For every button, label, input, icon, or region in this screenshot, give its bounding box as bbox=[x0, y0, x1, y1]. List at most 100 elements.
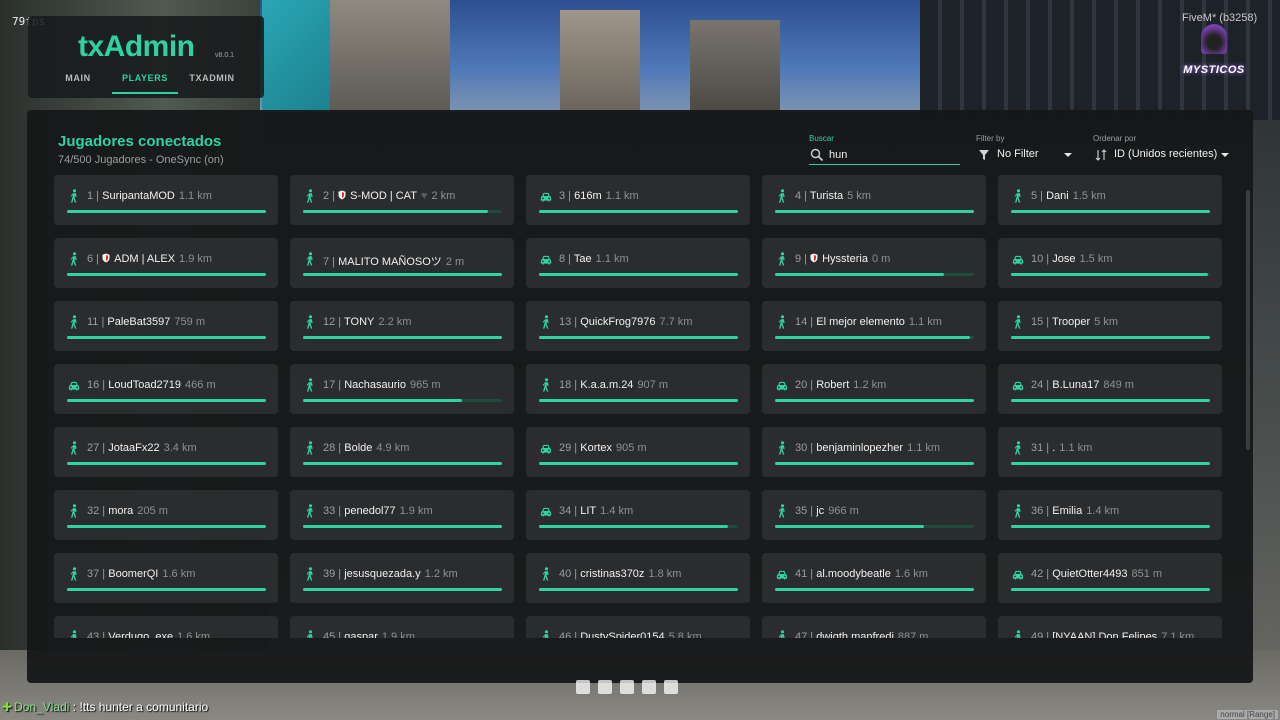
player-card[interactable]: 33 | penedol77 1.9 km bbox=[290, 490, 514, 540]
sort-select[interactable]: ID (Unidos recientes) bbox=[1093, 146, 1231, 165]
car-icon bbox=[1012, 252, 1024, 266]
player-card[interactable]: 14 | El mejor elemento 1.1 km bbox=[762, 301, 986, 351]
filter-select[interactable]: No Filter bbox=[976, 146, 1076, 165]
player-card[interactable]: 2 | S-MOD | CAT ♥ 2 km bbox=[290, 175, 514, 225]
player-card[interactable]: 15 | Trooper 5 km bbox=[998, 301, 1222, 351]
player-id: 18 bbox=[559, 379, 572, 391]
health-bar-fill bbox=[67, 399, 266, 402]
walking-icon bbox=[304, 630, 316, 638]
walking-icon bbox=[1012, 189, 1024, 203]
players-grid: 1 | SuripantaMOD 1.1 km 2 | S-MOD | CAT ♥ 2 … bbox=[54, 175, 1234, 638]
health-bar-fill bbox=[67, 462, 266, 465]
player-label: 39 | jesusquezada.y 1.2 km bbox=[323, 568, 458, 580]
player-card[interactable]: 8 | Tae 1.1 km bbox=[526, 238, 750, 288]
player-card[interactable]: 32 | mora 205 m bbox=[54, 490, 278, 540]
walking-icon bbox=[776, 252, 788, 266]
player-card[interactable]: 6 | ADM | ALEX 1.9 km bbox=[54, 238, 278, 288]
player-card[interactable]: 5 | Dani 1.5 km bbox=[998, 175, 1222, 225]
player-name: Jose bbox=[1052, 253, 1076, 265]
player-card[interactable]: 30 | benjaminlopezher 1.1 km bbox=[762, 427, 986, 477]
player-card[interactable]: 28 | Bolde 4.9 km bbox=[290, 427, 514, 477]
player-card[interactable]: 1 | SuripantaMOD 1.1 km bbox=[54, 175, 278, 225]
player-distance: 466 m bbox=[185, 379, 216, 391]
player-separator: | bbox=[93, 190, 103, 202]
player-label: 24 | B.Luna17 849 m bbox=[1031, 379, 1134, 391]
player-id: 45 bbox=[323, 631, 336, 638]
player-card[interactable]: 24 | B.Luna17 849 m bbox=[998, 364, 1222, 414]
player-label: 18 | K.a.a.m.24 907 m bbox=[559, 379, 668, 391]
health-bar bbox=[67, 588, 266, 591]
health-bar-fill bbox=[1011, 210, 1210, 213]
health-bar-fill bbox=[67, 336, 266, 339]
player-card[interactable]: 46 | DustySpider0154 5.8 km bbox=[526, 616, 750, 638]
health-bar-fill bbox=[539, 462, 738, 465]
health-bar-fill bbox=[539, 210, 738, 213]
player-separator: | bbox=[571, 316, 581, 328]
player-card[interactable]: 16 | LoudToad2719 466 m bbox=[54, 364, 278, 414]
tab-txadmin[interactable]: TXADMIN bbox=[186, 72, 238, 94]
txadmin-version: v8.0.1 bbox=[215, 52, 235, 59]
player-card[interactable]: 45 | gaspar 1.9 km bbox=[290, 616, 514, 638]
player-label: 43 | Verdugo_exe 1.6 km bbox=[87, 631, 210, 638]
player-card[interactable]: 17 | Nachasaurio 965 m bbox=[290, 364, 514, 414]
player-name: LoudToad2719 bbox=[108, 379, 182, 391]
scrollbar[interactable] bbox=[1246, 190, 1250, 450]
health-bar-fill bbox=[539, 588, 738, 591]
player-card[interactable]: 27 | JotaaFx22 3.4 km bbox=[54, 427, 278, 477]
player-label: 20 | Robert 1.2 km bbox=[795, 379, 886, 391]
player-separator: | bbox=[571, 568, 581, 580]
health-bar bbox=[1011, 336, 1210, 339]
player-distance: 905 m bbox=[616, 442, 647, 454]
sort-label: Ordenar por bbox=[1093, 134, 1137, 143]
player-card[interactable]: 35 | jc 966 m bbox=[762, 490, 986, 540]
player-card[interactable]: 3 | 616m 1.1 km bbox=[526, 175, 750, 225]
health-bar bbox=[1011, 525, 1210, 528]
player-label: 13 | QuickFrog7976 7.7 km bbox=[559, 316, 692, 328]
player-card[interactable]: 20 | Robert 1.2 km bbox=[762, 364, 986, 414]
player-card[interactable]: 18 | K.a.a.m.24 907 m bbox=[526, 364, 750, 414]
player-card[interactable]: 43 | Verdugo_exe 1.6 km bbox=[54, 616, 278, 638]
player-name: QuickFrog7976 bbox=[580, 316, 656, 328]
player-card[interactable]: 10 | Jose 1.5 km bbox=[998, 238, 1222, 288]
player-separator: | bbox=[99, 505, 109, 517]
health-bar-fill bbox=[303, 336, 502, 339]
player-card[interactable]: 42 | QuietOtter4493 851 m bbox=[998, 553, 1222, 603]
player-card[interactable]: 11 | PaleBat3597 759 m bbox=[54, 301, 278, 351]
player-card[interactable]: 29 | Kortex 905 m bbox=[526, 427, 750, 477]
player-card[interactable]: 34 | LIT 1.4 km bbox=[526, 490, 750, 540]
tab-main[interactable]: MAIN bbox=[54, 72, 102, 94]
player-card[interactable]: 31 | . 1.1 km bbox=[998, 427, 1222, 477]
player-separator: | bbox=[1043, 505, 1053, 517]
player-card[interactable]: 9 | Hyssteria 0 m bbox=[762, 238, 986, 288]
search-field[interactable] bbox=[809, 146, 960, 165]
player-card[interactable]: 39 | jesusquezada.y 1.2 km bbox=[290, 553, 514, 603]
player-card[interactable]: 47 | dwigth manfredi 887 m bbox=[762, 616, 986, 638]
player-distance: 2.2 km bbox=[378, 316, 412, 328]
tab-players[interactable]: PLAYERS bbox=[112, 72, 178, 94]
health-bar-fill bbox=[303, 525, 502, 528]
player-card[interactable]: 7 | MALITO MAÑOSOツ 2 m bbox=[290, 238, 514, 288]
search-icon bbox=[810, 148, 824, 162]
walking-icon bbox=[776, 441, 788, 455]
player-card[interactable]: 12 | TONY 2.2 km bbox=[290, 301, 514, 351]
player-id: 28 bbox=[323, 442, 336, 454]
player-label: 9 | Hyssteria 0 m bbox=[795, 253, 890, 265]
player-separator: | bbox=[329, 256, 339, 268]
player-separator: | bbox=[801, 253, 811, 265]
player-card[interactable]: 49 | [NYAAN] Don Felipes 7.1 km bbox=[998, 616, 1222, 638]
player-card[interactable]: 37 | BoomerQI 1.6 km bbox=[54, 553, 278, 603]
player-card[interactable]: 13 | QuickFrog7976 7.7 km bbox=[526, 301, 750, 351]
player-separator: | bbox=[807, 316, 817, 328]
health-bar-fill bbox=[303, 210, 489, 213]
player-card[interactable]: 4 | Turista 5 km bbox=[762, 175, 986, 225]
player-distance: 1.1 km bbox=[1059, 442, 1093, 454]
walking-icon bbox=[68, 189, 80, 203]
player-name: Turista bbox=[809, 190, 844, 202]
search-input[interactable] bbox=[829, 147, 954, 163]
player-card[interactable]: 36 | Emilia 1.4 km bbox=[998, 490, 1222, 540]
player-card[interactable]: 40 | cristinas370z 1.8 km bbox=[526, 553, 750, 603]
player-card[interactable]: 41 | al.moodybeatle 1.6 km bbox=[762, 553, 986, 603]
health-bar bbox=[303, 588, 502, 591]
player-separator: | bbox=[335, 568, 345, 580]
player-separator: | bbox=[1037, 190, 1047, 202]
